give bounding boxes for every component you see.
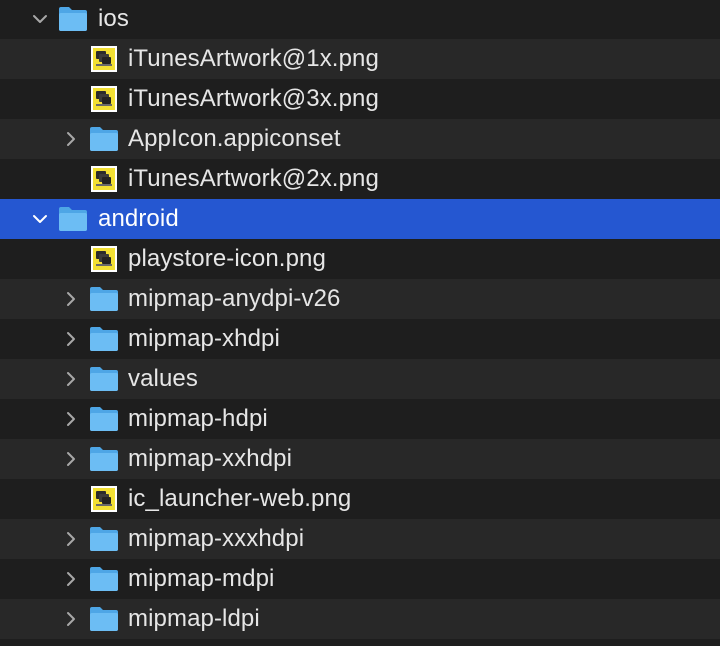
tree-row-mipmap-mdpi[interactable]: mipmap-mdpi [0,559,720,599]
folder-icon [88,605,120,633]
tree-item-label: mipmap-xxxhdpi [128,525,305,552]
tree-row-ios[interactable]: ios [0,0,720,39]
tree-item-label: mipmap-xxhdpi [128,445,293,472]
tree-item-label: playstore-icon.png [128,245,326,272]
tree-row-ic-launcher-web[interactable]: ic_launcher-web.png [0,479,720,519]
tree-item-label: mipmap-anydpi-v26 [128,285,341,312]
folder-icon [88,285,120,313]
tree-item-label: mipmap-ldpi [128,605,260,632]
tree-item-label: iTunesArtwork@3x.png [128,85,379,112]
tree-item-label: mipmap-mdpi [128,565,275,592]
folder-icon [88,325,120,353]
png-file-icon [88,85,120,113]
tree-item-label: android [98,205,179,232]
chevron-right-icon[interactable] [63,371,79,387]
tree-item-label: AppIcon.appiconset [128,125,341,152]
folder-icon [88,565,120,593]
folder-icon [88,525,120,553]
png-file-icon [88,485,120,513]
tree-item-label: mipmap-hdpi [128,405,268,432]
chevron-right-icon[interactable] [63,531,79,547]
tree-row-values[interactable]: values [0,359,720,399]
chevron-down-icon[interactable] [32,211,48,227]
folder-icon [88,405,120,433]
folder-icon [57,205,89,233]
tree-row-android[interactable]: android [0,199,720,239]
tree-item-label: values [128,365,198,392]
file-tree: ios iTunesArtwork@1x.png iTunesArtwork@3… [0,0,720,645]
chevron-right-icon[interactable] [63,451,79,467]
tree-row-mipmap-ldpi[interactable]: mipmap-ldpi [0,599,720,639]
png-file-icon [88,165,120,193]
tree-row-mipmap-hdpi[interactable]: mipmap-hdpi [0,399,720,439]
tree-row-mipmap-xxhdpi[interactable]: mipmap-xxhdpi [0,439,720,479]
tree-row-mipmap-xxxhdpi[interactable]: mipmap-xxxhdpi [0,519,720,559]
chevron-right-icon[interactable] [63,291,79,307]
tree-row-itunesartwork-2x[interactable]: iTunesArtwork@2x.png [0,159,720,199]
png-file-icon [88,245,120,273]
chevron-right-icon[interactable] [63,571,79,587]
tree-row-mipmap-xhdpi[interactable]: mipmap-xhdpi [0,319,720,359]
tree-row-playstore-icon[interactable]: playstore-icon.png [0,239,720,279]
tree-item-label: mipmap-xhdpi [128,325,280,352]
tree-item-label: ic_launcher-web.png [128,485,352,512]
folder-icon [88,365,120,393]
folder-icon [88,125,120,153]
tree-item-label: ios [98,5,129,32]
chevron-right-icon[interactable] [63,331,79,347]
tree-row-itunesartwork-1x[interactable]: iTunesArtwork@1x.png [0,39,720,79]
tree-item-label: iTunesArtwork@2x.png [128,165,379,192]
png-file-icon [88,45,120,73]
tree-row-appicon-appiconset[interactable]: AppIcon.appiconset [0,119,720,159]
chevron-right-icon[interactable] [63,611,79,627]
tree-row-mipmap-anydpi-v26[interactable]: mipmap-anydpi-v26 [0,279,720,319]
folder-icon [88,445,120,473]
chevron-right-icon[interactable] [63,411,79,427]
chevron-down-icon[interactable] [32,11,48,27]
chevron-right-icon[interactable] [63,131,79,147]
tree-item-label: iTunesArtwork@1x.png [128,45,379,72]
tree-row-itunesartwork-3x[interactable]: iTunesArtwork@3x.png [0,79,720,119]
folder-icon [57,5,89,33]
